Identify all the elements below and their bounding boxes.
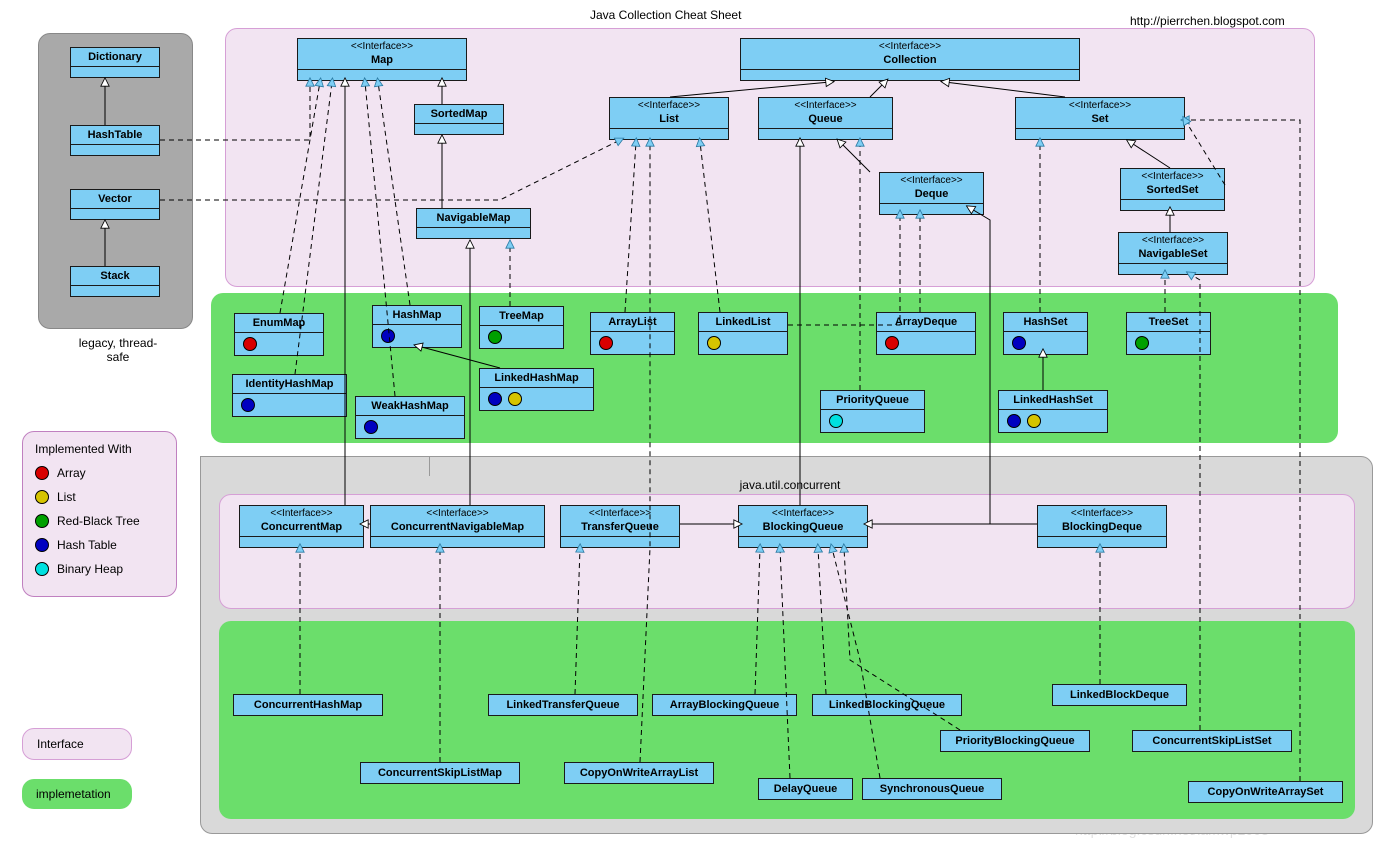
dot-hashtable-icon — [1012, 336, 1026, 350]
dot-heap-icon — [829, 414, 843, 428]
dot-array-icon — [243, 337, 257, 351]
legend-item-rbtree: Red-Black Tree — [35, 514, 164, 528]
class-dictionary: Dictionary — [70, 47, 160, 78]
class-concurrentskiplistset: ConcurrentSkipListSet — [1132, 730, 1292, 752]
legend-item-heap: Binary Heap — [35, 562, 164, 576]
class-concurrenthashmap: ConcurrentHashMap — [233, 694, 383, 716]
dot-list-icon — [35, 490, 49, 504]
iface-list: <<Interface>>List — [609, 97, 729, 140]
class-arraylist: ArrayList — [590, 312, 675, 355]
iface-blockingqueue: <<Interface>>BlockingQueue — [738, 505, 868, 548]
dot-list-icon — [508, 392, 522, 406]
class-vector: Vector — [70, 189, 160, 220]
class-arraydeque: ArrayDeque — [876, 312, 976, 355]
class-copyonwritearrayset: CopyOnWriteArraySet — [1188, 781, 1343, 803]
class-linkedhashset: LinkedHashSet — [998, 390, 1108, 433]
credit-link: http://pierrchen.blogspot.com — [1130, 14, 1285, 28]
class-delayqueue: DelayQueue — [758, 778, 853, 800]
dot-hashtable-icon — [381, 329, 395, 343]
class-treemap: TreeMap — [479, 306, 564, 349]
legend-item-list: List — [35, 490, 164, 504]
dot-list-icon — [1027, 414, 1041, 428]
dot-array-icon — [35, 466, 49, 480]
class-identityhashmap: IdentityHashMap — [232, 374, 347, 417]
class-linkedtransferqueue: LinkedTransferQueue — [488, 694, 638, 716]
class-weakhashmap: WeakHashMap — [355, 396, 465, 439]
class-linkedhashmap: LinkedHashMap — [479, 368, 594, 411]
iface-navigablemap: NavigableMap — [416, 208, 531, 239]
iface-transferqueue: <<Interface>>TransferQueue — [560, 505, 680, 548]
iface-queue: <<Interface>>Queue — [758, 97, 893, 140]
region-concurrent-label: java.util.concurrent — [720, 478, 860, 492]
legend-item-hashtable: Hash Table — [35, 538, 164, 552]
class-synchronousqueue: SynchronousQueue — [862, 778, 1002, 800]
legend-item-array: Array — [35, 466, 164, 480]
iface-navigableset: <<Interface>>NavigableSet — [1118, 232, 1228, 275]
class-stack: Stack — [70, 266, 160, 297]
class-concurrentskiplistmap: ConcurrentSkipListMap — [360, 762, 520, 784]
page-title: Java Collection Cheat Sheet — [590, 8, 741, 22]
class-hashtable: HashTable — [70, 125, 160, 156]
iface-concurrentmap: <<Interface>>ConcurrentMap — [239, 505, 364, 548]
iface-map: <<Interface>>Map — [297, 38, 467, 81]
dot-hashtable-icon — [364, 420, 378, 434]
class-linkedblockingqueue: LinkedBlockingQueue — [812, 694, 962, 716]
iface-concurrentnavigablemap: <<Interface>>ConcurrentNavigableMap — [370, 505, 545, 548]
dot-rbtree-icon — [488, 330, 502, 344]
dot-hashtable-icon — [1007, 414, 1021, 428]
class-treeset: TreeSet — [1126, 312, 1211, 355]
class-enummap: EnumMap — [234, 313, 324, 356]
class-hashmap: HashMap — [372, 305, 462, 348]
class-priorityblockingqueue: PriorityBlockingQueue — [940, 730, 1090, 752]
dot-heap-icon — [35, 562, 49, 576]
dot-list-icon — [707, 336, 721, 350]
iface-blockingdeque: <<Interface>>BlockingDeque — [1037, 505, 1167, 548]
legend-swatch-interface: Interface — [22, 728, 132, 760]
dot-array-icon — [599, 336, 613, 350]
iface-set: <<Interface>>Set — [1015, 97, 1185, 140]
legend-swatch-impl: implemetation — [22, 779, 132, 809]
dot-array-icon — [885, 336, 899, 350]
class-linkedlist: LinkedList — [698, 312, 788, 355]
dot-hashtable-icon — [241, 398, 255, 412]
dot-rbtree-icon — [1135, 336, 1149, 350]
class-linkedblockdeque: LinkedBlockDeque — [1052, 684, 1187, 706]
dot-hashtable-icon — [35, 538, 49, 552]
dot-rbtree-icon — [35, 514, 49, 528]
iface-sortedmap: SortedMap — [414, 104, 504, 135]
dot-hashtable-icon — [488, 392, 502, 406]
iface-deque: <<Interface>>Deque — [879, 172, 984, 215]
legend-title: Implemented With — [35, 442, 164, 456]
region-legacy-label: legacy, thread-safe — [68, 336, 168, 364]
class-hashset: HashSet — [1003, 312, 1088, 355]
class-copyonwritearraylist: CopyOnWriteArrayList — [564, 762, 714, 784]
iface-sortedset: <<Interface>>SortedSet — [1120, 168, 1225, 211]
class-arrayblockingqueue: ArrayBlockingQueue — [652, 694, 797, 716]
iface-collection: <<Interface>>Collection — [740, 38, 1080, 81]
class-priorityqueue: PriorityQueue — [820, 390, 925, 433]
legend-implemented-with: Implemented With Array List Red-Black Tr… — [22, 431, 177, 597]
